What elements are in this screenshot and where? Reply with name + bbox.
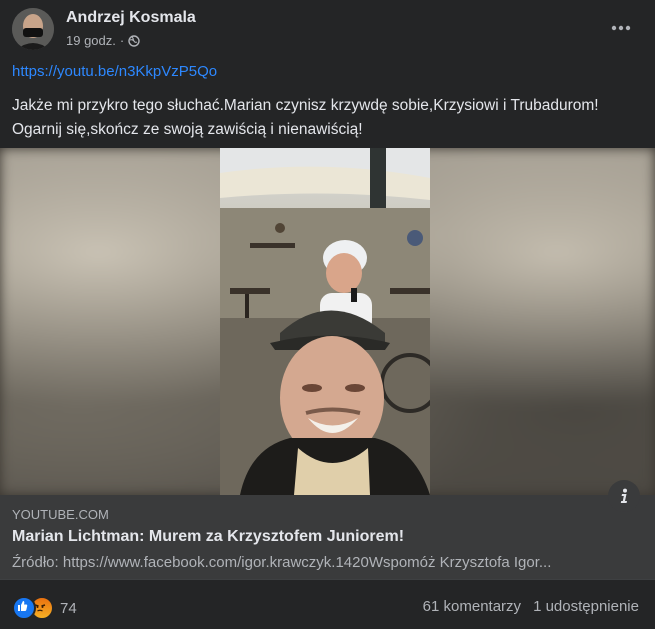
author-name[interactable]: Andrzej Kosmala	[66, 9, 196, 27]
reaction-count: 74	[60, 599, 77, 617]
link-description: Źródło: https://www.facebook.com/igor.kr…	[12, 554, 552, 571]
info-icon[interactable]	[608, 480, 640, 512]
post-link[interactable]: https://youtu.be/n3KkpVzP5Qo	[12, 63, 217, 80]
avatar-image	[12, 8, 54, 50]
engagement-counts: 61 komentarzy 1 udostępnienie	[423, 598, 639, 615]
comments-count[interactable]: 61 komentarzy	[423, 598, 521, 615]
post-meta: 19 godz. ·	[66, 33, 140, 48]
globe-icon[interactable]	[128, 34, 140, 47]
link-title[interactable]: Marian Lichtman: Murem za Krzysztofem Ju…	[12, 528, 404, 546]
link-preview[interactable]: YOUTUBE.COM Marian Lichtman: Murem za Kr…	[0, 495, 655, 579]
facebook-post: Andrzej Kosmala 19 godz. · https://youtu…	[0, 0, 655, 628]
video-frame	[220, 148, 430, 495]
reactions-summary[interactable]: 74	[12, 596, 77, 620]
author-avatar[interactable]	[12, 8, 54, 50]
shares-count[interactable]: 1 udostępnienie	[533, 598, 639, 615]
like-icon	[12, 596, 36, 620]
post-text: Jakże mi przykro tego słuchać.Marian czy…	[12, 97, 599, 138]
link-domain: YOUTUBE.COM	[12, 507, 109, 522]
post-time[interactable]: 19 godz.	[66, 33, 116, 48]
post-stats: 74 61 komentarzy 1 udostępnienie	[0, 579, 655, 629]
meta-separator: ·	[119, 33, 125, 48]
more-options-icon[interactable]	[605, 12, 637, 44]
video-thumbnail[interactable]	[0, 148, 655, 495]
